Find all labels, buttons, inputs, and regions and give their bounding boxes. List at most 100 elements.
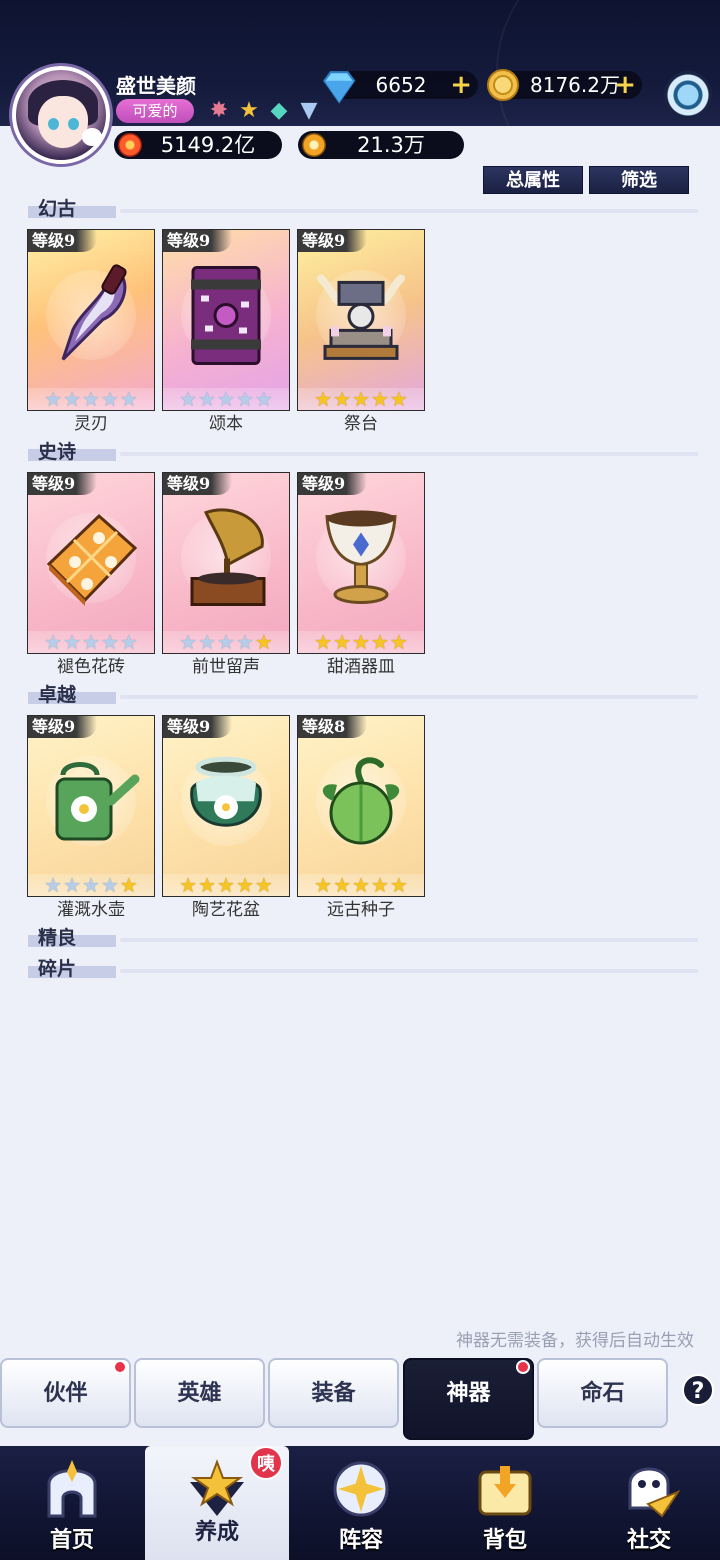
coin-value: 8176.2万 [530,73,620,97]
level-badge: 等级9 [163,716,233,738]
notification-dot [113,1360,127,1374]
tab-partner[interactable]: 伙伴 [0,1358,131,1428]
artifact-card[interactable]: 等级9 ★ ★ ★ ★ ★ 褪色花砖 [27,472,155,678]
player-nickname: 盛世美颜 [116,74,196,98]
artifact-card[interactable]: 等级9 ★ ★ ★ ★ ★ 颂本 [162,229,290,435]
section-label: 卓越 [38,684,77,706]
section-header-legendary: 幻古 [28,198,698,222]
nav-label: 阵容 [338,1527,383,1553]
artifact-card[interactable]: 等级8 ★ ★ ★ ★ ★ 远古种子 [297,715,425,921]
nav-label: 社交 [626,1527,671,1553]
bottom-navigation: 首页 养成 咦 阵容 背包 社交 [0,1446,720,1560]
star-rating: ★ ★ ★ ★ ★ [298,388,424,410]
pink-gem-icon: ✸ [209,98,229,123]
level-badge: 等级9 [298,473,368,495]
artifact-name: 祭台 [344,414,378,434]
artifact-name: 颂本 [209,414,243,434]
nav-develop[interactable]: 养成 咦 [145,1446,289,1560]
level-badge: 等级9 [28,230,98,252]
compass-icon [330,1458,392,1520]
artifact-name: 灌溉水壶 [57,900,125,920]
notification-tag: 咦 [249,1446,283,1480]
star-rating: ★ ★ ★ ★ ★ [163,388,289,410]
star-stat: 21.3万 [298,131,464,159]
bunny-icon [82,128,102,146]
gramophone-icon [190,508,266,606]
star-rating: ★ ★ ★ ★ ★ [298,631,424,653]
star-rating: ★ ★ ★ ★ ★ [163,631,289,653]
artifact-card[interactable]: 等级9 ★ ★ ★ ★ ★ 前世留声 [162,472,290,678]
artifact-hint: 神器无需装备，获得后自动生效 [456,1331,694,1351]
tab-artifact[interactable]: 神器 [403,1358,534,1440]
player-avatar[interactable] [12,66,110,164]
add-coin-button[interactable]: + [614,71,636,99]
power-value: 5149.2亿 [160,133,256,157]
artifact-card[interactable]: 等级9 ★ ★ ★ ★ ★ 灵刃 [27,229,155,435]
star-rating: ★ ★ ★ ★ ★ [298,874,424,896]
artifact-card[interactable]: 等级9 ★ ★ ★ ★ ★ 灌溉水壶 [27,715,155,921]
nav-home[interactable]: 首页 [0,1446,144,1560]
level-badge: 等级9 [28,716,98,738]
section-header-epic: 史诗 [28,441,698,465]
power-stat: 5149.2亿 [114,131,282,159]
settings-gear-icon[interactable] [664,71,712,119]
level-badge: 等级8 [298,716,368,738]
section-label: 精良 [38,927,77,949]
category-tabs: 伙伴 英雄 装备 神器 命石 [0,1358,720,1440]
nav-bag[interactable]: 背包 [433,1446,577,1560]
artifact-card[interactable]: 等级9 ★ ★ ★ ★ ★ 陶艺花盆 [162,715,290,921]
nav-label: 首页 [49,1527,94,1553]
filter-button[interactable]: 筛选 [589,166,689,194]
compass-star-icon [302,133,326,157]
star-rating: ★ ★ ★ ★ ★ [28,631,154,653]
section-header-fine: 精良 [28,927,698,951]
teal-diamond-icon: ◆ [270,98,288,123]
tab-hero[interactable]: 英雄 [134,1358,265,1428]
help-icon[interactable]: ? [682,1374,714,1406]
triangle-star-icon [186,1458,248,1520]
section-label: 史诗 [38,441,77,463]
nav-lineup[interactable]: 阵容 [289,1446,433,1560]
rank-icons: ✸ ★ ◆ ▼ [206,98,322,124]
star-rating: ★ ★ ★ ★ ★ [28,874,154,896]
castle-icon [41,1458,103,1520]
section-label: 碎片 [38,958,77,980]
tab-fate-stone[interactable]: 命石 [537,1358,668,1428]
tab-label: 命石 [580,1380,625,1406]
blade-icon [61,264,127,361]
add-diamond-button[interactable]: + [450,71,472,99]
level-badge: 等级9 [163,473,233,495]
level-badge: 等级9 [298,230,368,252]
tab-label: 装备 [311,1380,356,1406]
section-header-fragments: 碎片 [28,958,698,982]
artifact-card[interactable]: 等级9 ★ ★ ★ ★ ★ 甜酒器皿 [297,472,425,678]
watering-can-icon [55,762,140,841]
artifact-row-legendary: 等级9 ★ ★ ★ ★ ★ 灵刃 等级9 ★ ★ ★ ★ ★ 颂本 等级9 ★ … [27,229,425,435]
diamond-counter[interactable]: 6652 + [323,71,478,104]
tome-icon [191,266,261,365]
artifact-row-epic: 等级9 ★ ★ ★ ★ ★ 褪色花砖 等级9 ★ ★ ★ ★ ★ 前世留声 等级… [27,472,425,678]
artifact-name: 远古种子 [327,900,395,920]
total-attributes-button[interactable]: 总属性 [483,166,583,194]
star-value: 21.3万 [357,133,425,157]
altar-icon [317,274,405,360]
bag-icon [474,1458,536,1520]
artifact-name: 褪色花砖 [57,657,125,677]
section-header-excellent: 卓越 [28,684,698,708]
coin-counter[interactable]: 8176.2万 + [487,69,642,101]
flame-icon [118,133,142,157]
artifact-row-excellent: 等级9 ★ ★ ★ ★ ★ 灌溉水壶 等级9 ★ ★ ★ ★ ★ 陶艺花盆 等级… [27,715,425,921]
tab-label: 英雄 [177,1380,222,1406]
nav-label: 养成 [194,1519,239,1545]
title-badge[interactable]: 可爱的 [116,99,194,123]
artifact-card[interactable]: 等级9 ★ ★ ★ ★ ★ 祭台 [297,229,425,435]
section-label: 幻古 [38,198,77,220]
artifact-name: 灵刃 [74,414,108,434]
tab-label: 神器 [446,1380,491,1406]
nav-social[interactable]: 社交 [577,1446,720,1560]
artifact-name: 前世留声 [192,657,260,677]
tab-equipment[interactable]: 装备 [268,1358,399,1428]
ghost-plane-icon [618,1458,680,1520]
artifact-name: 陶艺花盆 [192,900,260,920]
artifact-name: 甜酒器皿 [327,657,395,677]
